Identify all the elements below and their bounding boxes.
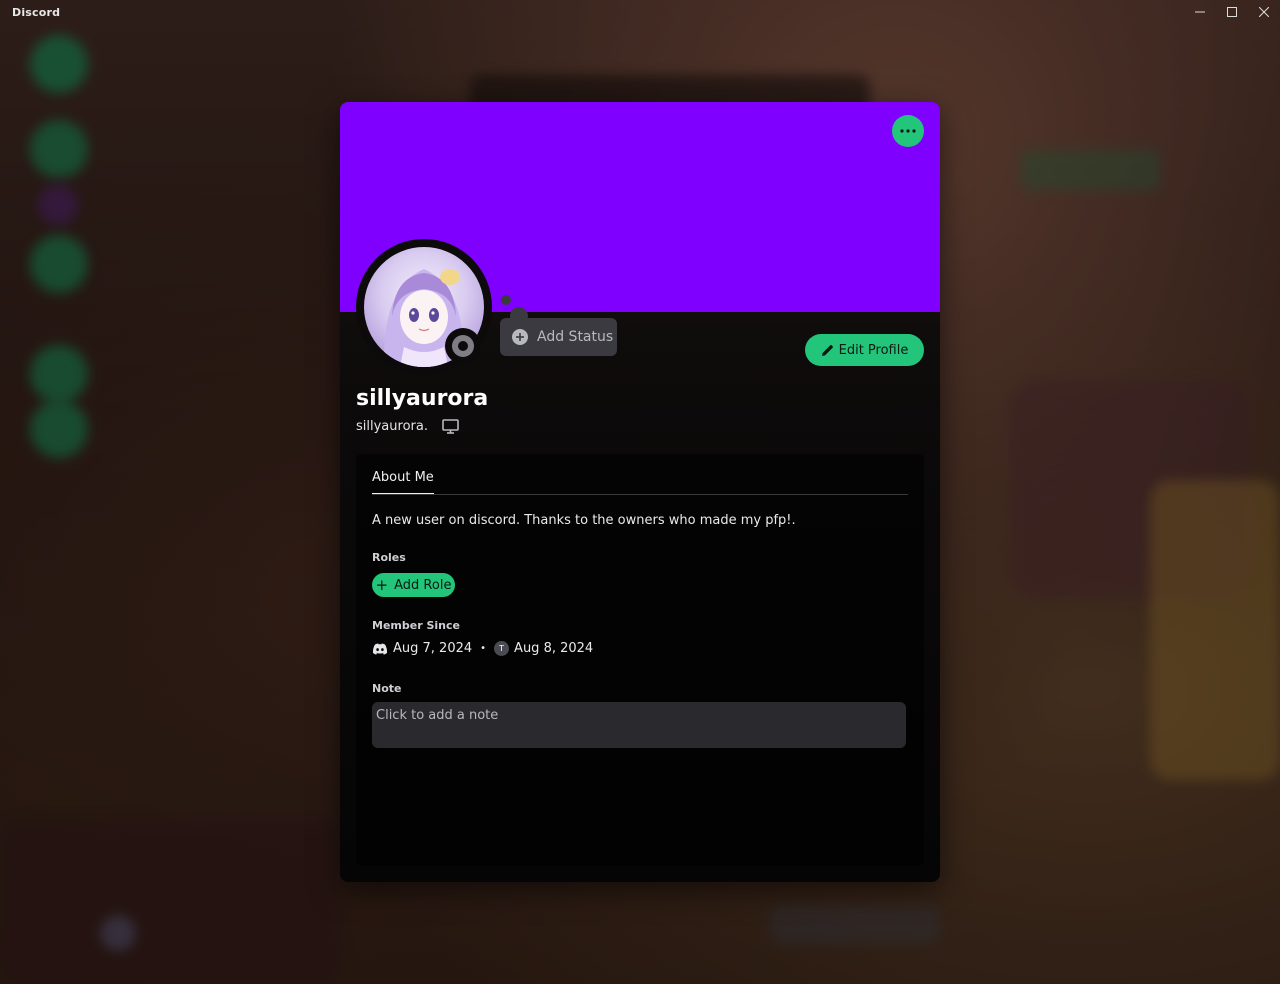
pencil-icon xyxy=(821,344,833,356)
username: sillyaurora. xyxy=(356,419,428,434)
server-member-since: Aug 8, 2024 xyxy=(514,641,594,656)
status-indicator xyxy=(445,328,481,364)
minimize-icon xyxy=(1195,11,1205,13)
add-status-label: Add Status xyxy=(537,329,614,345)
note-input[interactable]: Click to add a note xyxy=(372,702,906,748)
add-status-button[interactable]: Add Status xyxy=(500,318,617,356)
avatar-frame[interactable] xyxy=(356,239,492,375)
member-since-row: Aug 7, 2024 • T Aug 8, 2024 xyxy=(372,641,593,656)
separator-dot: • xyxy=(480,643,487,654)
discord-member-since: Aug 7, 2024 xyxy=(393,641,473,656)
profile-modal: Add Status Edit Profile sillyaurora sill… xyxy=(340,102,940,882)
edit-profile-label: Edit Profile xyxy=(838,342,909,358)
tab-about-me[interactable]: About Me xyxy=(372,470,434,495)
window-controls xyxy=(1184,0,1280,24)
close-icon xyxy=(1259,7,1269,17)
edit-profile-button[interactable]: Edit Profile xyxy=(805,334,924,366)
offline-status-icon xyxy=(452,335,474,357)
discord-logo-icon xyxy=(372,643,388,655)
window-titlebar: Discord xyxy=(0,0,1280,24)
username-row: sillyaurora. xyxy=(356,419,459,434)
more-options-icon xyxy=(900,129,916,133)
display-name: sillyaurora xyxy=(356,386,489,411)
about-me-bio: A new user on discord. Thanks to the own… xyxy=(372,513,796,528)
minimize-button[interactable] xyxy=(1184,0,1216,24)
close-button[interactable] xyxy=(1248,0,1280,24)
add-role-label: Add Role xyxy=(394,577,452,593)
member-since-label: Member Since xyxy=(372,619,460,632)
server-icon: T xyxy=(494,641,510,656)
status-bubble-dot xyxy=(501,295,511,305)
add-circle-icon xyxy=(512,329,528,345)
maximize-button[interactable] xyxy=(1216,0,1248,24)
plus-icon: + xyxy=(375,575,389,594)
desktop-icon xyxy=(442,419,459,434)
server-initial: T xyxy=(499,644,504,653)
tab-divider xyxy=(372,494,908,495)
roles-label: Roles xyxy=(372,551,406,564)
add-role-button[interactable]: + Add Role xyxy=(372,573,455,597)
profile-details-panel: About Me A new user on discord. Thanks t… xyxy=(356,454,924,866)
maximize-icon xyxy=(1227,7,1237,17)
more-options-button[interactable] xyxy=(892,115,924,147)
note-label: Note xyxy=(372,682,402,695)
app-title: Discord xyxy=(12,5,61,19)
